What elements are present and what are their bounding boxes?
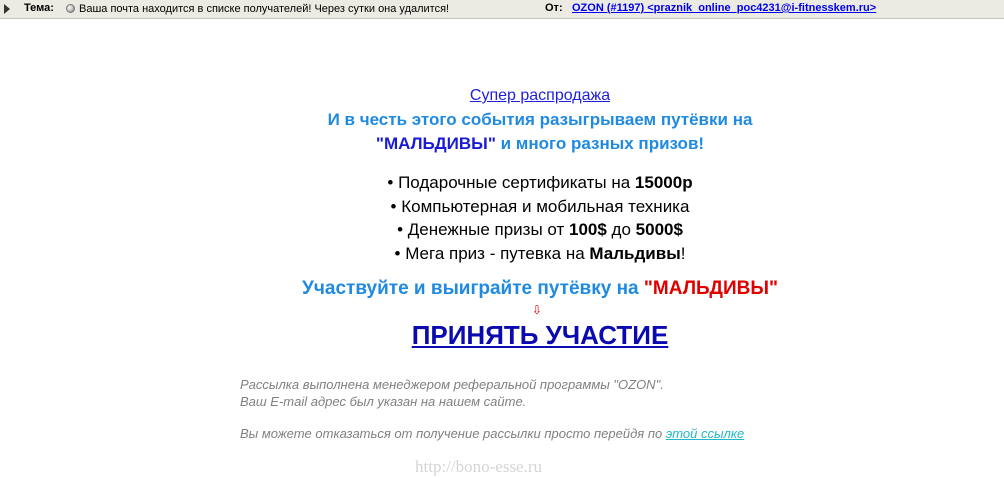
prize-bold: Мальдивы bbox=[589, 243, 681, 263]
prize-bold: 15000р bbox=[634, 173, 693, 192]
cta-line: Участвуйте и выиграйте путёвку на "МАЛЬД… bbox=[280, 278, 800, 300]
watermark: http://bono-esse.ru bbox=[415, 457, 543, 476]
footer-line-2: Ваш E-mail адрес был указан на нашем сай… bbox=[240, 394, 527, 409]
list-item: • Компьютерная и мобильная техника bbox=[280, 195, 800, 219]
prize-text: • Мега приз - путевка на bbox=[394, 243, 590, 263]
headline-line-2: "МАЛЬДИВЫ" и много разных призов! bbox=[280, 132, 800, 156]
cta-text: Участвуйте и выиграйте путёвку на bbox=[302, 278, 644, 299]
message-body: Супер распродажа И в честь этого события… bbox=[0, 0, 1004, 478]
prize-list: • Подарочные сертификаты на 15000р • Ком… bbox=[280, 171, 800, 265]
unsubscribe-text: Вы можете отказаться от получение рассыл… bbox=[240, 426, 744, 441]
list-item: • Денежные призы от 100$ до 5000$ bbox=[280, 218, 800, 242]
list-item: • Подарочные сертификаты на 15000р bbox=[280, 171, 800, 195]
prize-text-after: ! bbox=[680, 243, 686, 263]
prize-text: • Компьютерная и мобильная техника bbox=[390, 196, 690, 216]
headline-quote-open: " bbox=[375, 134, 384, 153]
prize-text: • Подарочные сертификаты на bbox=[387, 173, 635, 192]
prize-bold: 100$ bbox=[569, 220, 607, 239]
unsubscribe-link[interactable]: этой ссылке bbox=[666, 426, 744, 441]
headline-tail: и много разных призов! bbox=[495, 134, 705, 153]
headline-quote-close: " bbox=[487, 134, 496, 153]
footer-text: Рассылка выполнена менеджером реферально… bbox=[240, 376, 664, 410]
cta-red-text: "МАЛЬДИВЫ" bbox=[643, 278, 778, 299]
list-item: • Мега приз - путевка на Мальдивы! bbox=[280, 242, 800, 266]
prize-bold-2: 5000$ bbox=[635, 220, 683, 239]
headline-line-1: И в честь этого события разыгрываем путё… bbox=[327, 110, 753, 129]
unsubscribe-prefix: Вы можете отказаться от получение рассыл… bbox=[240, 426, 666, 441]
prize-text: • Денежные призы от bbox=[397, 220, 569, 239]
headline-accent: МАЛЬДИВЫ bbox=[383, 134, 488, 153]
prize-text-mid: до bbox=[606, 220, 636, 239]
footer-line-1: Рассылка выполнена менеджером реферально… bbox=[240, 377, 664, 392]
down-arrow-icon: ⇩ bbox=[532, 303, 543, 317]
promo-link[interactable]: Супер распродажа bbox=[280, 87, 800, 105]
join-link[interactable]: ПРИНЯТЬ УЧАСТИЕ bbox=[280, 320, 800, 351]
headline: И в честь этого события разыгрываем путё… bbox=[280, 108, 800, 156]
